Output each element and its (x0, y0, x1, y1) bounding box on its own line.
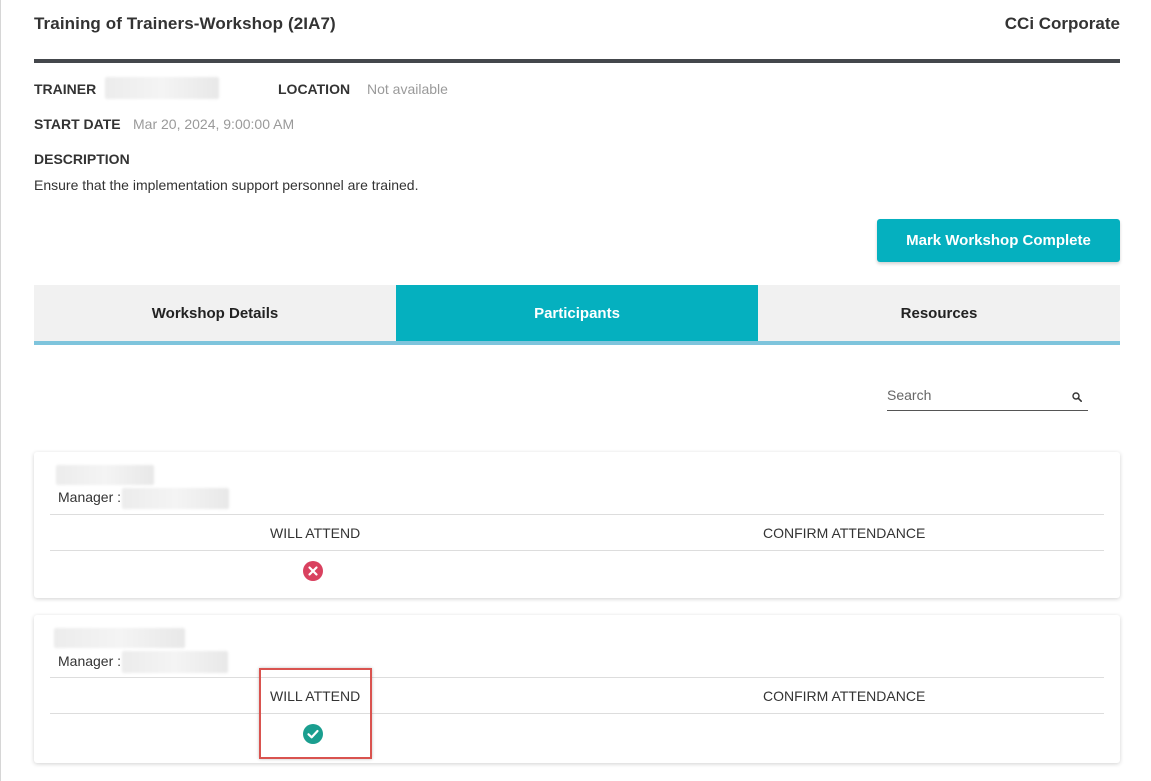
tab-resources[interactable]: Resources (758, 285, 1120, 341)
trainer-label: TRAINER (34, 81, 97, 97)
page-header: Training of Trainers-Workshop (2IA7) CCi… (34, 14, 1120, 40)
description-label: DESCRIPTION (34, 151, 130, 167)
participant-name-redacted (56, 465, 154, 485)
start-date-value: Mar 20, 2024, 9:00:00 AM (133, 116, 295, 132)
card-divider (50, 550, 1104, 551)
search-input[interactable] (887, 384, 1057, 406)
x-circle-icon (303, 561, 323, 581)
description-value: Ensure that the implementation support p… (34, 177, 419, 193)
tab-workshop-details[interactable]: Workshop Details (34, 285, 396, 341)
trainer-value-redacted (105, 77, 219, 99)
highlight-annotation (259, 668, 372, 759)
mark-workshop-complete-button[interactable]: Mark Workshop Complete (877, 219, 1120, 262)
page-title: Training of Trainers-Workshop (2IA7) (34, 14, 336, 33)
participant-name-redacted (54, 628, 185, 648)
start-date-label: START DATE (34, 116, 121, 132)
search-icon[interactable] (1072, 392, 1082, 402)
card-divider (50, 514, 1104, 515)
manager-label: Manager : (58, 489, 122, 505)
manager-label: Manager : (58, 653, 122, 669)
participant-card: Manager : WILL ATTEND CONFIRM ATTENDANCE (34, 452, 1120, 598)
location-label: LOCATION (278, 81, 351, 97)
workshop-tabs: Workshop Details Participants Resources (34, 285, 1120, 345)
header-divider (34, 59, 1120, 63)
participant-card: Manager : WILL ATTEND CONFIRM ATTENDANCE (34, 615, 1120, 763)
confirm-attendance-header: CONFIRM ATTENDANCE (763, 688, 926, 704)
location-value: Not available (367, 81, 448, 97)
search-box (887, 384, 1088, 411)
card-divider (50, 713, 1104, 714)
manager-name-redacted (122, 651, 228, 673)
card-divider (50, 677, 1104, 678)
organization-name: CCi Corporate (1004, 14, 1120, 33)
confirm-attendance-header: CONFIRM ATTENDANCE (763, 525, 926, 541)
manager-name-redacted (122, 488, 229, 509)
tab-participants[interactable]: Participants (396, 285, 758, 341)
will-attend-header: WILL ATTEND (270, 525, 361, 541)
